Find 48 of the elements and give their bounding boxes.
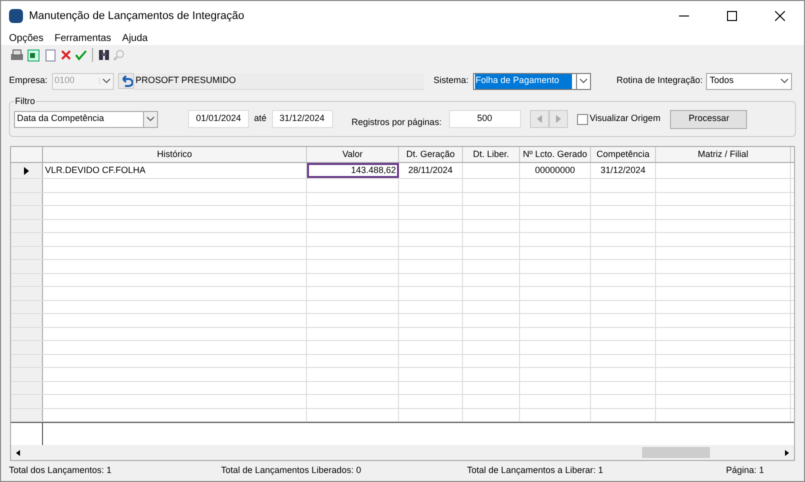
printer-icon[interactable] [10,49,24,61]
table-cell: 31/12/2024 [591,163,656,178]
sistema-dropdown[interactable]: Folha de Pagamento [472,72,591,90]
check-icon[interactable] [75,49,87,61]
table-cell: 00000000 [520,163,591,178]
registros-field[interactable]: 500 [448,110,521,128]
document-icon[interactable] [44,48,57,62]
menu-item[interactable]: Ferramentas [54,30,112,46]
delete-icon[interactable] [60,49,72,61]
right-arrow-icon [556,115,561,123]
table-cell: 28/11/2024 [399,163,463,178]
left-arrow-icon [536,115,542,123]
status-text: Página: 1 [726,464,764,478]
binoculars-icon[interactable] [98,49,110,61]
date-from-field[interactable]: 01/01/2024 [188,110,249,128]
column-header[interactable]: Nº Lcto. Gerado [520,147,591,162]
ate-label: até [254,112,267,126]
table-cell: VLR.DEVIDO CF.FOLHA [43,163,307,178]
close-icon[interactable] [775,11,785,21]
row-indicator-icon [24,166,29,174]
column-header[interactable]: Valor [307,147,399,162]
app-logo-icon [9,9,23,23]
column-header[interactable]: Matriz / Filial [656,147,791,162]
window-title: Manutenção de Lançamentos de Integração [29,8,246,24]
empresa-label: Empresa: [9,74,48,88]
column-header[interactable]: Dt. Geração [399,147,463,162]
column-header[interactable]: Histórico [43,147,307,162]
processar-button[interactable]: Processar [670,110,748,128]
column-header[interactable]: Competência [591,147,656,162]
empresa-name-field: PROSOFT PRESUMIDO [134,72,424,90]
date-to-field[interactable]: 31/12/2024 [272,110,333,128]
visualizar-label: Visualizar Origem [590,112,660,126]
status-text: Total de Lançamentos a Liberar: 1 [467,464,604,478]
registros-label: Registros por páginas: [352,116,442,130]
menu-item[interactable]: Opções [9,30,44,46]
filter-type-dropdown[interactable]: Data da Competência [14,110,158,128]
maximize-icon[interactable] [727,11,737,21]
status-text: Total de Lançamentos Liberados: 0 [221,464,362,478]
rotina-label: Rotina de Integração: [616,74,703,88]
menu-item[interactable]: Ajuda [122,30,148,46]
rotina-dropdown[interactable]: Todos [706,72,792,90]
sistema-label: Sistema: [434,74,469,88]
visualizar-checkbox[interactable] [576,114,588,124]
table-cell: 143.488,62 [307,163,399,178]
status-text: Total dos Lançamentos: 1 [9,464,113,478]
spreadsheet-icon[interactable] [27,48,41,62]
horizontal-scrollbar[interactable] [11,445,794,460]
column-header[interactable]: Dt. Liber. [463,147,520,162]
